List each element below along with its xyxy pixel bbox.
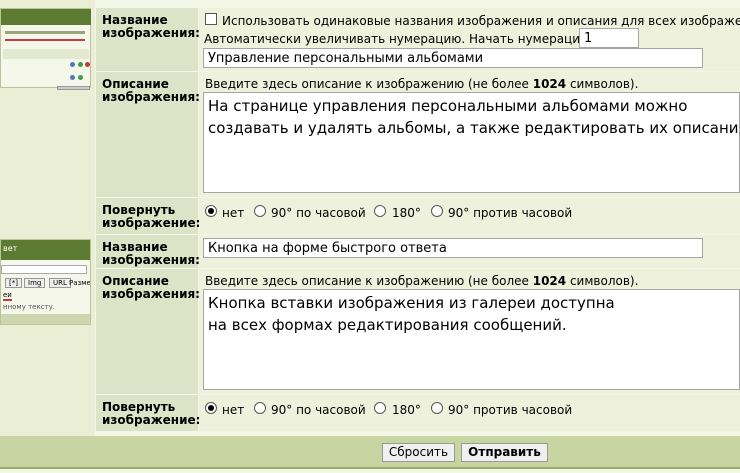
entry-1-rotate-cw-label: 90° по часовой [271, 206, 366, 220]
auto-numbering-label: Автоматически увеличивать нумерацию. Нач… [204, 32, 605, 46]
entry-1-rotate-180-label: 180° [392, 206, 421, 220]
entry-2-rotate-none-radio[interactable] [205, 402, 217, 414]
image-thumbnail-1 [0, 8, 91, 90]
entry-1-rotate-ccw-radio[interactable] [431, 205, 443, 217]
entry-2-rotate-cw-radio[interactable] [254, 402, 266, 414]
entry-1-desc-hint: Введите здесь описание к изображению (не… [205, 77, 639, 91]
thumbnail-1-header [1, 9, 91, 25]
entry-2-name-label: Название изображения: [102, 240, 200, 267]
entry-2-desc-label: Описание изображения: [102, 274, 200, 301]
thumbnail-1-text [5, 31, 85, 34]
entry-1-desc-line-1: На странице управления персональными аль… [208, 97, 688, 115]
entry-2-desc-label-cell: Описание изображения: [96, 269, 200, 394]
thumbnail-1-link [5, 39, 85, 41]
submit-button[interactable]: Отправить [461, 443, 548, 462]
thumbnail-2-line1: еи [3, 291, 12, 301]
thumbnail-1-row [3, 49, 89, 59]
thumbnail-2-input [1, 265, 87, 274]
thumbnail-2-size-label: Размер [69, 279, 91, 287]
thumbnail-2-title: вет [3, 244, 18, 253]
entry-1-rotate-label: Повернуть изображение: [102, 203, 201, 230]
entry-2-desc-line-2: на всех формах редактирования сообщений. [208, 316, 567, 334]
bottom-border [0, 467, 740, 469]
entry-1-name-label: Название изображения: [102, 13, 200, 40]
thumbnail-2-bottom [1, 314, 90, 324]
thumbnail-2-btn-img: Img [24, 278, 46, 288]
entry-1-rotate-none-radio[interactable] [205, 205, 217, 217]
entry-2-rotate-label-cell: Повернуть изображение: [96, 395, 201, 431]
thumbnail-1-dot [70, 75, 75, 80]
entry-2-name-label-cell: Название изображения: [96, 235, 200, 268]
entry-1-rotate-none-label: нет [222, 206, 245, 220]
same-names-checkbox-label: Использовать одинаковые названия изображ… [222, 14, 740, 28]
entry-1-rotate-180-radio[interactable] [374, 205, 386, 217]
entry-2-rotate-none-label: нет [222, 403, 245, 417]
thumbnail-1-button [57, 86, 90, 90]
entry-1-name-input[interactable]: Управление персональными альбомами [203, 48, 703, 68]
thumbnail-2-line2: нному тексту. [3, 303, 55, 311]
thumbnail-1-dot [78, 75, 83, 80]
entry-2-rotate-180-radio[interactable] [374, 402, 386, 414]
entry-1-rotate-ccw-label: 90° против часовой [448, 206, 573, 220]
thumbnail-2-btn-url: URL [49, 278, 71, 288]
entry-1-desc-line-2: создавать и удалять альбомы, а также ред… [208, 119, 740, 137]
entry-1-rotate-label-cell: Повернуть изображение: [96, 198, 201, 234]
entry-2-desc-line-1: Кнопка вставки изображения из галереи до… [208, 294, 615, 312]
entry-2-rotate-label: Повернуть изображение: [102, 400, 201, 427]
entry-2-rotate-180-label: 180° [392, 403, 421, 417]
entry-2-name-input[interactable]: Кнопка на форме быстрого ответа [203, 238, 703, 258]
entry-1-name-label-cell: Название изображения: [96, 8, 200, 71]
reset-button[interactable]: Сбросить [382, 443, 455, 462]
entry-1-desc-label: Описание изображения: [102, 77, 200, 104]
same-names-checkbox[interactable] [205, 13, 217, 25]
thumbnail-2-btn-star: [*] [5, 278, 22, 288]
form-footer [0, 436, 740, 467]
thumbnail-1-dot [70, 62, 75, 67]
entry-2-desc-textarea[interactable]: Кнопка вставки изображения из галереи до… [203, 289, 740, 390]
start-number-input[interactable]: 1 [579, 28, 639, 48]
entry-2-rotate-ccw-label: 90° против часовой [448, 403, 573, 417]
entry-2-rotate-ccw-radio[interactable] [431, 402, 443, 414]
entry-1-desc-label-cell: Описание изображения: [96, 72, 200, 197]
image-thumbnail-2: вет [*] Img URL Размер еи нному тексту. [0, 239, 91, 325]
entry-2-rotate-cw-label: 90° по часовой [271, 403, 366, 417]
entry-1-desc-textarea[interactable]: На странице управления персональными аль… [203, 92, 740, 193]
entry-2-desc-hint: Введите здесь описание к изображению (не… [205, 274, 639, 288]
thumbnail-1-dot [85, 62, 90, 67]
entry-1-rotate-cw-radio[interactable] [254, 205, 266, 217]
thumbnail-1-dot [78, 62, 83, 67]
